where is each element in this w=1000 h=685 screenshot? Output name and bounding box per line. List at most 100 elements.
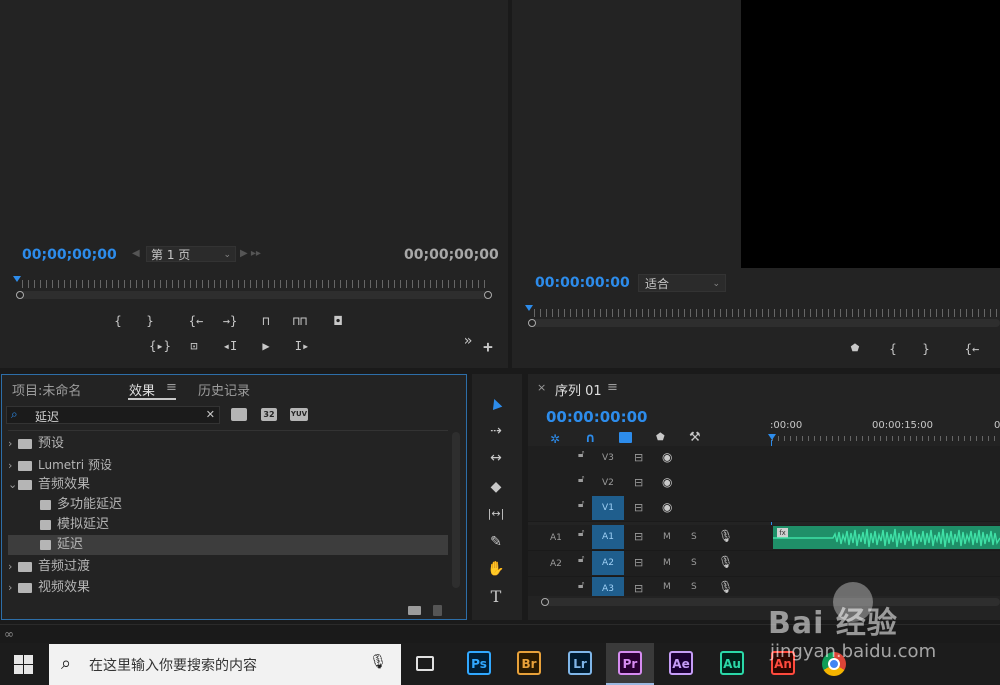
- source-scroll-handle-right[interactable]: [484, 291, 492, 299]
- tree-item-video-effects[interactable]: › 视频效果: [8, 578, 448, 598]
- track-a2[interactable]: A2 🔓︎ A2 ⊟ M S 🎙︎: [528, 551, 1000, 577]
- tree-item-audio-effects[interactable]: ⌄ 音频效果: [8, 475, 448, 495]
- sync-lock-icon[interactable]: ⊟: [634, 451, 643, 464]
- effects-panel-menu-icon[interactable]: ≡: [166, 380, 177, 395]
- ripple-edit-tool[interactable]: ↔: [484, 447, 508, 469]
- loop-button[interactable]: ⊡: [184, 339, 204, 353]
- mute-button[interactable]: M: [663, 558, 671, 568]
- new-bin-folder-icon[interactable]: [408, 606, 421, 615]
- accelerated-effects-filter-icon[interactable]: [231, 408, 247, 421]
- lightroom-app-icon[interactable]: Lr: [568, 651, 592, 675]
- photoshop-app-icon[interactable]: Ps: [467, 651, 491, 675]
- timeline-ruler[interactable]: [772, 436, 1000, 441]
- task-view-icon[interactable]: [416, 656, 434, 671]
- tab-effects[interactable]: 效果: [129, 380, 155, 399]
- track-v2[interactable]: 🔓︎ V2 ⊟ ◉: [528, 471, 1000, 497]
- track-target-v1[interactable]: V1: [592, 496, 624, 520]
- premiere-app-icon[interactable]: Pr: [618, 651, 642, 675]
- taskbar-search-input[interactable]: 在这里输入你要搜索的内容: [89, 655, 257, 675]
- track-target-a3[interactable]: A3: [592, 577, 624, 596]
- chevron-right-icon[interactable]: ›: [8, 557, 18, 577]
- snap-magnet-icon[interactable]: ∩: [585, 431, 596, 446]
- program-mark-in-button[interactable]: {: [883, 342, 903, 356]
- effects-search-box[interactable]: ⌕ 延迟 ✕: [6, 406, 220, 424]
- step-back-button[interactable]: ◂I: [220, 339, 240, 353]
- add-marker-icon[interactable]: ⬟: [656, 432, 665, 443]
- effects-search-input[interactable]: 延迟: [35, 408, 59, 425]
- sync-lock-icon[interactable]: ⊟: [634, 556, 643, 569]
- mute-button[interactable]: M: [663, 582, 671, 592]
- lock-icon[interactable]: 🔓︎: [578, 449, 584, 460]
- creative-cloud-icon[interactable]: ∞: [4, 627, 14, 641]
- page-prev-icon[interactable]: ◀: [132, 248, 140, 259]
- close-sequence-icon[interactable]: ×: [537, 381, 546, 394]
- linked-selection-icon[interactable]: [619, 432, 632, 443]
- solo-button[interactable]: S: [691, 558, 697, 568]
- source-playhead[interactable]: [13, 276, 21, 282]
- sync-lock-icon[interactable]: ⊟: [634, 501, 643, 514]
- overwrite-button[interactable]: ⊓⊓: [290, 314, 310, 328]
- go-to-in-button[interactable]: {←: [186, 314, 206, 328]
- chevron-right-icon[interactable]: ›: [8, 578, 18, 598]
- play-in-to-out-button[interactable]: {▸}: [148, 339, 172, 353]
- page-next-icon[interactable]: ▶ ▸▸: [240, 248, 261, 259]
- play-button[interactable]: ▶: [256, 339, 276, 353]
- mute-button[interactable]: M: [663, 532, 671, 542]
- sync-lock-icon[interactable]: ⊟: [634, 476, 643, 489]
- windows-start-button[interactable]: [14, 655, 33, 674]
- step-forward-button[interactable]: I▸: [292, 339, 312, 353]
- timeline-scroll-handle-left[interactable]: [541, 598, 549, 606]
- tree-item-audio-transitions[interactable]: › 音频过渡: [8, 557, 448, 577]
- lock-icon[interactable]: 🔓︎: [578, 528, 584, 539]
- trash-icon[interactable]: [433, 605, 442, 616]
- tree-item-delay[interactable]: 延迟: [8, 535, 448, 555]
- chevron-right-icon[interactable]: ›: [8, 456, 18, 476]
- program-zoom-select[interactable]: 适合 ⌄: [638, 274, 726, 292]
- program-timecode[interactable]: 00:00:00:00: [535, 275, 630, 291]
- track-source-label[interactable]: A2: [550, 559, 562, 569]
- program-playhead[interactable]: [525, 305, 533, 311]
- eye-icon[interactable]: ◉: [662, 500, 672, 514]
- sequence-menu-icon[interactable]: ≡: [607, 380, 618, 395]
- track-target-a1[interactable]: A1: [592, 525, 624, 549]
- page-select[interactable]: 第 1 页 ⌄: [146, 246, 236, 262]
- track-target-a2[interactable]: A2: [592, 551, 624, 575]
- add-marker-button[interactable]: ⬟: [845, 342, 865, 356]
- go-to-out-button[interactable]: →}: [220, 314, 240, 328]
- more-controls-icon[interactable]: »: [458, 334, 478, 348]
- source-ruler[interactable]: [22, 280, 488, 288]
- tab-project[interactable]: 项目:未命名: [12, 380, 81, 399]
- track-source-label[interactable]: A1: [550, 533, 562, 543]
- timeline-timecode[interactable]: 00:00:00:00: [546, 408, 648, 426]
- tree-item-lumetri-presets[interactable]: › Lumetri 预设: [8, 455, 448, 475]
- lock-icon[interactable]: 🔓︎: [578, 580, 584, 591]
- sequence-tab[interactable]: 序列 01: [555, 380, 602, 399]
- audition-app-icon[interactable]: Au: [720, 651, 744, 675]
- after-effects-app-icon[interactable]: Ae: [669, 651, 693, 675]
- program-mark-out-button[interactable]: }: [916, 342, 936, 356]
- source-timecode[interactable]: 00;00;00;00: [22, 247, 117, 263]
- track-a3[interactable]: 🔓︎ A3 ⊟ M S 🎙︎: [528, 577, 1000, 596]
- source-scroll-handle-left[interactable]: [16, 291, 24, 299]
- track-v1[interactable]: 🔓︎ V1 ⊟ ◉: [528, 496, 1000, 522]
- button-editor-add-icon[interactable]: +: [478, 339, 498, 355]
- source-zoom-scrollbar[interactable]: [18, 291, 490, 299]
- sync-lock-icon[interactable]: ⊟: [634, 530, 643, 543]
- lock-icon[interactable]: 🔓︎: [578, 554, 584, 565]
- solo-button[interactable]: S: [691, 532, 697, 542]
- eye-icon[interactable]: ◉: [662, 450, 672, 464]
- audio-clip[interactable]: fx: [773, 526, 1000, 549]
- type-tool[interactable]: T: [484, 586, 508, 608]
- hand-tool[interactable]: ✋: [484, 558, 508, 580]
- track-select-tool[interactable]: ⇢: [484, 420, 508, 442]
- program-go-to-in-button[interactable]: {←: [962, 342, 982, 356]
- solo-button[interactable]: S: [691, 582, 697, 592]
- chevron-right-icon[interactable]: ›: [8, 434, 18, 454]
- lock-icon[interactable]: 🔓︎: [578, 499, 584, 510]
- eye-icon[interactable]: ◉: [662, 475, 672, 489]
- tree-item-analog-delay[interactable]: 模拟延迟: [8, 515, 448, 535]
- yuv-filter-icon[interactable]: YUV: [290, 408, 308, 421]
- program-zoom-scrollbar[interactable]: [530, 319, 1000, 327]
- slip-tool[interactable]: |↔|: [484, 503, 508, 525]
- microphone-icon[interactable]: 🎙︎: [718, 555, 733, 569]
